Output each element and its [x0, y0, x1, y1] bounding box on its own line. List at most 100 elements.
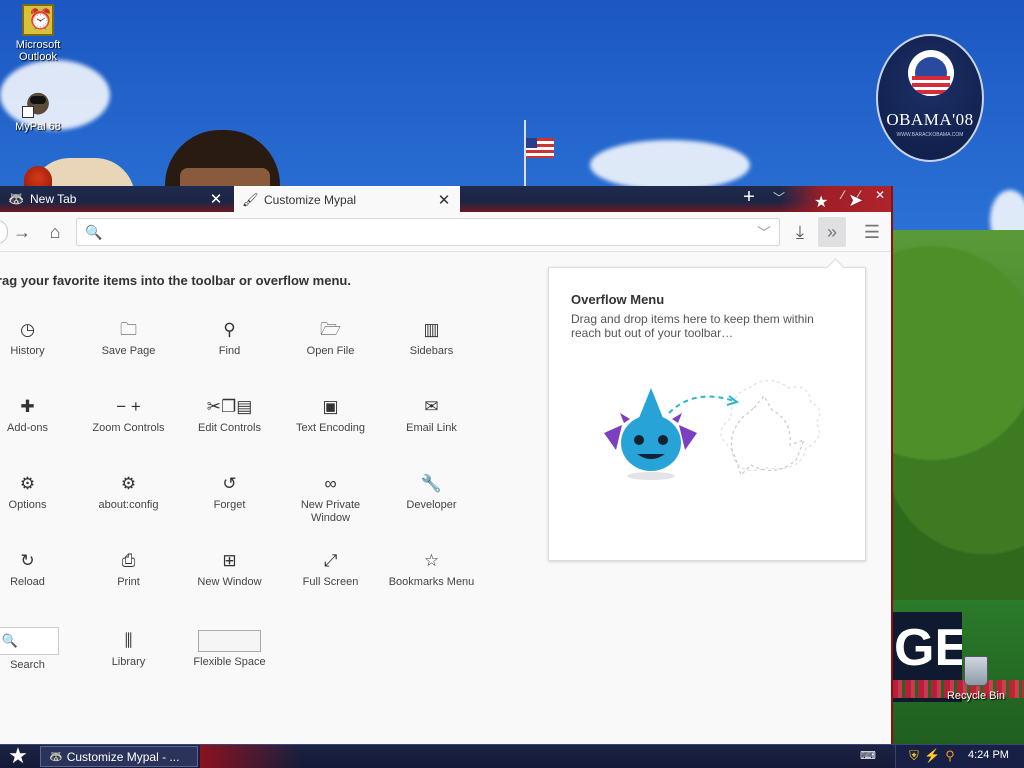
palette-item-label: Text Encoding	[295, 422, 366, 434]
network-icon[interactable]: ⚡	[924, 748, 940, 764]
palette-item-new-private-window[interactable]: ∞ New Private Window	[280, 473, 381, 543]
tab-list-chevron-icon[interactable]: ﹀	[773, 189, 785, 206]
tab-new-tab[interactable]: 🦝 New Tab ✕	[0, 186, 232, 212]
palette-item-label: Reload	[10, 576, 45, 588]
palette-item-edit-controls[interactable]: ✂❐▤ Edit Controls	[179, 396, 280, 466]
shield-icon[interactable]: ⛨	[906, 748, 922, 764]
library-icon: ⫼	[124, 631, 133, 650]
palette-item-find[interactable]: ⚲ Find	[179, 319, 280, 389]
palette-item-new-window[interactable]: ⊞ New Window	[179, 550, 280, 620]
palette-item-developer[interactable]: 🔧 Developer	[381, 473, 482, 543]
search-tray-icon[interactable]: ⚲	[942, 748, 958, 764]
overflow-button[interactable]: »	[818, 217, 846, 247]
flexible-space-icon	[198, 630, 261, 652]
palette-item-label: Print	[117, 576, 140, 588]
logo-url: WWW.BARACKOBAMA.COM	[896, 132, 964, 138]
palette-item-label: Open File	[306, 345, 355, 357]
magnifier-icon: ⚲	[223, 320, 236, 339]
fullscreen-icon: ⤢	[323, 551, 338, 570]
back-button[interactable]	[0, 220, 8, 244]
envelope-icon: ✉	[424, 397, 439, 416]
palette-item-search[interactable]: 🔍 Search	[0, 627, 78, 697]
palette-item-full-screen[interactable]: ⤢ Full Screen	[280, 550, 381, 620]
palette-item-label: Full Screen	[302, 576, 359, 588]
palette-item-reload[interactable]: ↻ Reload	[0, 550, 78, 620]
palette-item-text-encoding[interactable]: ▣ Text Encoding	[280, 396, 381, 466]
palette-item-label: Add-ons	[7, 422, 48, 434]
palette-item-options[interactable]: ⚙ Options	[0, 473, 78, 543]
hamburger-menu-icon[interactable]: ☰	[862, 220, 882, 244]
tab-bar: 🦝 New Tab ✕ 🖌 Customize Mypal ✕ + ﹀ ★ ⁄ …	[0, 186, 891, 212]
palette-item-label: History	[10, 345, 45, 357]
url-bar[interactable]: 🔍 ﹀	[76, 218, 780, 246]
tab-customize[interactable]: 🖌 Customize Mypal ✕	[234, 186, 460, 212]
desktop-icon-label: Recycle Bin	[946, 690, 1006, 702]
outlook-icon	[22, 4, 54, 36]
desktop-icon-mypal[interactable]: MyPal 68	[2, 86, 74, 133]
desktop-icon-label: Microsoft Outlook	[15, 39, 61, 63]
taskbar-button-mypal[interactable]: 🦝 Customize Mypal - ...	[40, 746, 198, 767]
desktop-icon-recycle-bin[interactable]: Recycle Bin	[940, 656, 1012, 702]
system-tray: ⛨ ⚡ ⚲ 4:24 PM	[895, 745, 1024, 768]
chevron-down-icon[interactable]: ﹀	[757, 223, 771, 243]
close-icon[interactable]: ✕	[436, 191, 452, 209]
start-star-icon[interactable]: ★	[4, 745, 32, 768]
desktop-icon-partial[interactable]	[24, 166, 52, 186]
logo-text: OBAMA'08	[886, 110, 974, 129]
download-icon[interactable]: ⤓	[788, 220, 812, 244]
cloud-outline	[720, 379, 821, 472]
new-tab-button[interactable]: +	[740, 186, 758, 210]
url-input[interactable]	[105, 223, 745, 241]
star-icon: ★	[814, 194, 829, 211]
drag-arrow	[668, 395, 735, 414]
gear-icon: ⚙	[19, 474, 36, 493]
palette-item-history[interactable]: ◷ History	[0, 319, 78, 389]
desktop-icon-label: MyPal 68	[15, 121, 61, 133]
tab-label: Customize Mypal	[264, 193, 357, 207]
forward-icon[interactable]: →	[10, 220, 34, 244]
palette-item-label: Save Page	[101, 345, 156, 357]
save-page-icon: 🗀	[120, 320, 137, 339]
palette-item-flexible-space[interactable]: Flexible Space	[179, 627, 280, 697]
overflow-menu-panel[interactable]: Overflow Menu Drag and drop items here t…	[548, 267, 866, 561]
us-flag	[526, 138, 554, 158]
overflow-menu-title: Overflow Menu	[571, 292, 665, 307]
palette-item-label: New Window	[197, 576, 262, 588]
palette-item-label: Library	[111, 656, 146, 668]
close-icon[interactable]: ✕	[208, 190, 224, 208]
trees	[892, 230, 1024, 640]
wrench-icon: 🔧	[420, 474, 443, 493]
palette-item-forget[interactable]: ↺ Forget	[179, 473, 280, 543]
customize-content: rag your favorite items into the toolbar…	[0, 253, 891, 746]
minimize-button[interactable]: ⁄	[842, 188, 844, 202]
palette-item-save-page[interactable]: 🗀 Save Page	[78, 319, 179, 389]
palette-item-about-config[interactable]: ⚙ about:config	[78, 473, 179, 543]
dragon-mascot	[604, 388, 697, 480]
palette-item-zoom-controls[interactable]: − + Zoom Controls	[78, 396, 179, 466]
dragon-outline	[730, 394, 806, 477]
palette-item-label: Find	[218, 345, 241, 357]
palette-item-email-link[interactable]: ✉ Email Link	[381, 396, 482, 466]
home-icon[interactable]: ⌂	[43, 220, 67, 244]
palette-item-bookmarks-menu[interactable]: ☆ Bookmarks Menu	[381, 550, 482, 620]
palette-item-label: Sidebars	[409, 345, 454, 357]
desktop-icon-outlook[interactable]: Microsoft Outlook	[2, 4, 74, 63]
palette-item-library[interactable]: ⫼ Library	[78, 627, 179, 697]
palette-item-add-ons[interactable]: ✚ Add-ons	[0, 396, 78, 466]
palette-item-label: Bookmarks Menu	[388, 576, 475, 588]
nav-toolbar: → ⌂ 🔍 ﹀ ⤓ » ☰	[0, 212, 891, 252]
mypal-icon: 🦝	[8, 191, 25, 206]
close-window-button[interactable]: ✕	[875, 188, 885, 202]
palette-item-label: about:config	[98, 499, 159, 511]
logo-emblem	[908, 50, 954, 96]
cut-copy-paste-icon: ✂❐▤	[206, 397, 253, 416]
mask-icon: ∞	[324, 474, 337, 493]
palette-item-label: Edit Controls	[198, 422, 261, 434]
keyboard-icon[interactable]: ⌨	[860, 749, 876, 762]
customize-palette: ◷ History 🗀 Save Page ⚲ Find 🗁 Open File…	[0, 311, 520, 731]
campaign-logo: OBAMA'08 WWW.BARACKOBAMA.COM	[876, 34, 984, 162]
palette-item-sidebars[interactable]: ▥ Sidebars	[381, 319, 482, 389]
palette-item-open-file[interactable]: 🗁 Open File	[280, 319, 381, 389]
text-encoding-icon: ▣	[322, 397, 339, 416]
palette-item-print[interactable]: ⎙ Print	[78, 550, 179, 620]
